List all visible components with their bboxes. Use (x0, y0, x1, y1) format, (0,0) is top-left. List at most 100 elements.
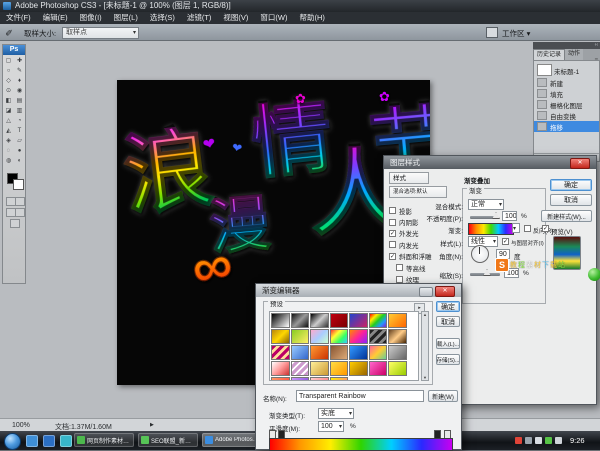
tab-history[interactable]: 历史记录 (533, 49, 565, 60)
history-state[interactable]: 栅格化图层 (534, 99, 599, 110)
taskbar-task[interactable]: 网页制作素材基地... (74, 433, 134, 447)
styles-box[interactable]: 样式 (389, 172, 429, 184)
menu-file[interactable]: 文件(F) (0, 12, 37, 24)
security-tray-icon[interactable] (515, 437, 522, 444)
gradient-preset-swatch[interactable] (291, 313, 310, 328)
gradient-preset-swatch[interactable] (349, 361, 368, 376)
pen-tool[interactable]: ◭ (3, 126, 14, 136)
gradient-preset-swatch[interactable] (349, 313, 368, 328)
cancel-button[interactable]: 取消 (550, 194, 592, 206)
gradient-preset-swatch[interactable] (310, 329, 329, 344)
status-expand-icon[interactable]: ▶ (150, 422, 154, 428)
save-button[interactable]: 存储(S)... (436, 354, 460, 365)
gradient-name-input[interactable]: Transparent Rainbow (296, 390, 424, 402)
close-icon[interactable]: ✕ (435, 286, 455, 297)
cancel-button[interactable]: 取消 (436, 316, 460, 327)
menu-view[interactable]: 视图(V) (217, 12, 254, 24)
gradient-edit-bar[interactable] (269, 438, 453, 451)
taskbar-task[interactable]: SEO联盟_新一代资讯... (138, 433, 198, 447)
shape-tool[interactable]: ▱ (14, 136, 25, 146)
gradient-preset-swatch[interactable] (330, 345, 349, 360)
gradient-preset-swatch[interactable] (271, 377, 290, 381)
gradient-preset-swatch[interactable] (310, 361, 329, 376)
explorer-icon[interactable] (43, 435, 55, 447)
gradient-type-dropdown[interactable]: 实底▾ (318, 408, 354, 419)
ie-icon[interactable] (26, 435, 38, 447)
rectangular-marquee-tool[interactable]: ▢ (3, 56, 14, 66)
gradient-preset-swatch[interactable] (310, 345, 329, 360)
menu-edit[interactable]: 编辑(E) (37, 12, 74, 24)
volume-tray-icon[interactable] (535, 437, 542, 444)
type-tool[interactable]: T (14, 126, 25, 136)
scroll-down-icon[interactable]: ▼ (422, 375, 428, 380)
gradient-preset-swatch[interactable] (310, 313, 329, 328)
preview-checkbox[interactable]: ✓ (542, 225, 549, 232)
ok-button[interactable]: 确定 (436, 301, 460, 312)
gradient-editor-titlebar[interactable]: 渐变编辑器 ✕ (256, 284, 461, 297)
quick-mask-tool[interactable]: ◐ (14, 156, 25, 166)
menu-select[interactable]: 选择(S) (144, 12, 181, 24)
gradient-preset-swatch[interactable] (291, 345, 310, 360)
dock-collapse-bar[interactable]: ‹‹ (533, 42, 600, 49)
checkbox[interactable] (389, 219, 396, 226)
checkbox[interactable]: ✓ (389, 253, 396, 260)
gradient-tool[interactable]: ▥ (14, 106, 25, 116)
history-brush-tool[interactable]: ▤ (14, 96, 25, 106)
blur-tool[interactable]: △ (3, 116, 14, 126)
history-state[interactable]: 拖移 (534, 121, 599, 132)
dodge-tool[interactable]: ◔ (14, 116, 25, 126)
menu-layer[interactable]: 图层(L) (108, 12, 144, 24)
quick-selection-tool[interactable]: ✎ (14, 66, 25, 76)
gradient-preset-swatch[interactable] (330, 361, 349, 376)
new-style-button[interactable]: 新建样式(W)... (541, 210, 592, 222)
gradient-preset-swatch[interactable] (388, 313, 407, 328)
healing-brush-tool[interactable]: ⊙ (3, 86, 14, 96)
hand-tool[interactable]: ● (14, 146, 25, 156)
gradient-preset-swatch[interactable] (291, 377, 310, 381)
gradient-preset-swatch[interactable] (291, 329, 310, 344)
background-color-swatch[interactable] (13, 179, 24, 190)
gradient-preset-swatch[interactable] (369, 345, 388, 360)
gradient-preset-swatch[interactable] (271, 361, 290, 376)
presets-scrollbar[interactable]: ▲ ▼ (421, 311, 429, 381)
layer-style-dialog-titlebar[interactable]: 图层样式 ✕ (384, 156, 596, 169)
gradient-preset-swatch[interactable] (388, 329, 407, 344)
new-gradient-button[interactable]: 新建(W) (428, 390, 458, 402)
tab-actions[interactable]: 动作 (565, 49, 583, 60)
workspace-button[interactable]: 工作区 ▾ (502, 28, 530, 39)
gradient-preset-swatch[interactable] (369, 329, 388, 344)
checkbox[interactable] (389, 207, 396, 214)
clone-stamp-tool[interactable]: ◧ (3, 96, 14, 106)
move-tool[interactable]: ✚ (14, 56, 25, 66)
blend-mode-dropdown[interactable]: 正常▾ (468, 199, 504, 210)
eraser-tool[interactable]: ◪ (3, 106, 14, 116)
standard-mode-button[interactable] (15, 197, 25, 206)
zoom-level[interactable]: 100% (12, 422, 30, 429)
im-tray-icon[interactable] (545, 437, 552, 444)
notes-tool[interactable]: ◌ (3, 146, 14, 156)
media-player-icon[interactable] (60, 435, 72, 447)
gradient-preset-swatch[interactable] (271, 345, 290, 360)
reverse-checkbox[interactable] (524, 225, 531, 232)
history-state[interactable]: 填充 (534, 88, 599, 99)
minimize-icon[interactable] (419, 287, 433, 297)
brush-tool[interactable]: ◉ (14, 86, 25, 96)
network-tray-icon[interactable] (525, 437, 532, 444)
gradient-preset-swatch[interactable] (330, 313, 349, 328)
opacity-value[interactable]: 100 (502, 211, 517, 221)
smoothness-value[interactable]: 100▾ (318, 421, 344, 432)
menu-help[interactable]: 帮助(H) (294, 12, 331, 24)
close-icon[interactable]: ✕ (570, 158, 590, 169)
menu-window[interactable]: 窗口(W) (254, 12, 293, 24)
checkbox[interactable] (389, 241, 396, 248)
eyedropper-tool[interactable]: ♦ (14, 76, 25, 86)
history-state[interactable]: 自由变换 (534, 110, 599, 121)
angle-dial[interactable] (471, 245, 489, 263)
gradient-preset-swatch[interactable] (388, 361, 407, 376)
gradient-preset-swatch[interactable] (271, 313, 290, 328)
start-button[interactable] (4, 433, 21, 450)
crop-tool[interactable]: ◇ (3, 76, 14, 86)
align-with-layer-checkbox[interactable]: ✓ (502, 238, 509, 245)
gradient-preset-swatch[interactable] (349, 329, 368, 344)
history-state[interactable]: 新建 (534, 77, 599, 88)
